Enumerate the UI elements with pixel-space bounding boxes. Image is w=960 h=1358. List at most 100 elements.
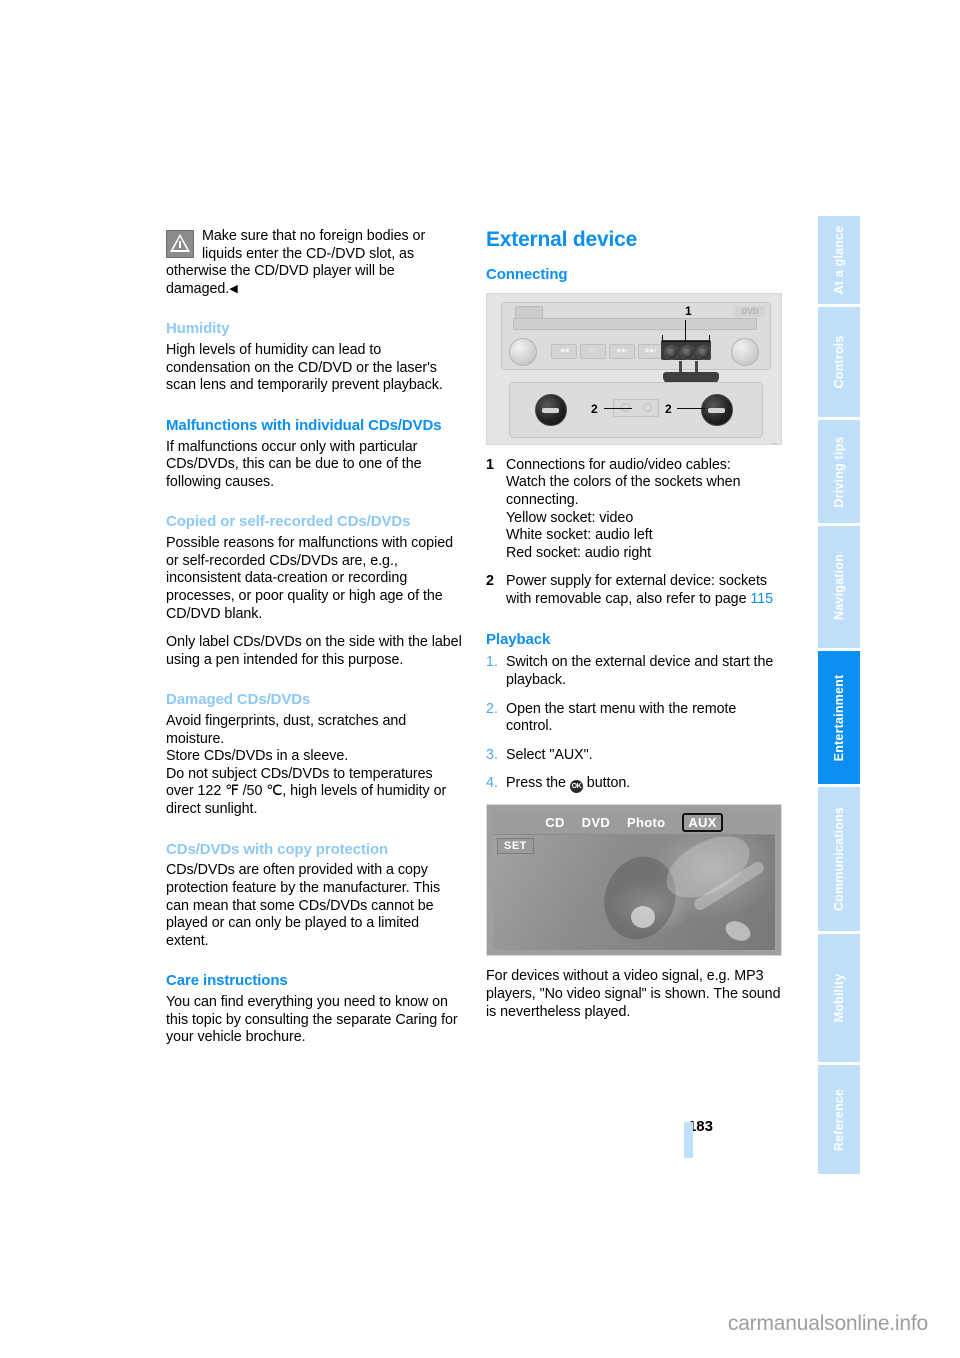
- list-item: 3. Select "AUX".: [486, 747, 782, 765]
- tab-label: Navigation: [832, 554, 846, 620]
- screen-area: CD DVD Photo AUX SET: [493, 810, 775, 951]
- sidebar-tab-entertainment[interactable]: Entertainment: [818, 651, 860, 784]
- list-item: 1 Connections for audio/video cables: Wa…: [486, 457, 782, 563]
- tab-label: Entertainment: [832, 674, 846, 761]
- aux-menu-screen-figure: CD DVD Photo AUX SET W4N4508wS: [486, 804, 782, 957]
- warning-end-mark: ◀: [229, 282, 238, 295]
- heading-damaged: Damaged CDs/DVDs: [166, 691, 311, 709]
- paragraph-malfunctions: If malfunctions occur only with particul…: [166, 438, 422, 490]
- step-text-after: button.: [582, 775, 631, 792]
- callout-leader-1c: [662, 334, 663, 342]
- forward-button-graphic: ▶▶: [609, 343, 635, 359]
- figure-watermark: W4N4508wS: [772, 442, 779, 444]
- sidebar-tab-navigation[interactable]: Navigation: [818, 526, 860, 648]
- tab-label: Mobility: [832, 973, 846, 1023]
- step-number: 2.: [486, 700, 498, 717]
- site-watermark: carmanualsonline.info: [727, 1312, 928, 1335]
- eject-button-graphic: [515, 305, 543, 319]
- step-text-before: Press the: [506, 775, 570, 792]
- heading-care-instructions: Care instructions: [166, 972, 288, 990]
- menu-bar: CD DVD Photo AUX: [493, 810, 775, 836]
- item-text: Connections for audio/video cables: Watc…: [506, 456, 741, 561]
- power-socket-right: [701, 393, 733, 426]
- heading-humidity: Humidity: [166, 320, 230, 338]
- volume-knob-left: [509, 337, 537, 366]
- warning-notice: Make sure that no foreign bodies or liqu…: [166, 228, 462, 298]
- sidebar-tab-reference[interactable]: Reference: [818, 1065, 860, 1174]
- cd-dvd-slot-graphic: [513, 317, 757, 330]
- menu-item-cd[interactable]: CD: [545, 815, 564, 830]
- av-jack-yellow: [664, 344, 679, 360]
- ok-button-icon: OK: [569, 780, 583, 794]
- manual-page: Make sure that no foreign bodies or liqu…: [0, 0, 960, 1358]
- tab-label: Driving tips: [832, 435, 846, 508]
- sidebar-tab-mobility[interactable]: Mobility: [818, 934, 860, 1062]
- transport-buttons: ◀◀ ▷ ▶▶ ▶▶|: [551, 343, 664, 359]
- heading-copied: Copied or self-recorded CDs/DVDs: [166, 513, 411, 531]
- rewind-button-graphic: ◀◀: [551, 343, 577, 359]
- step-text: Switch on the external device and start …: [506, 654, 774, 688]
- callout-number-2-right: 2: [665, 401, 672, 416]
- step-text: Press the OK button.: [506, 775, 782, 794]
- callout-number-1: 1: [685, 303, 692, 318]
- paragraph-copy-protection: CDs/DVDs are often provided with a copy …: [166, 862, 441, 949]
- paragraph-humidity: High levels of humidity can lead to cond…: [166, 342, 443, 394]
- dvd-logo: DVD: [735, 305, 765, 317]
- menu-item-dvd[interactable]: DVD: [582, 815, 610, 830]
- warning-triangle-icon: [166, 230, 194, 258]
- tab-label: Communications: [832, 806, 846, 912]
- page-number-bar: [684, 1122, 693, 1158]
- paragraph-copied-2: Only label CDs/DVDs on the side with the…: [166, 634, 462, 668]
- callout-number-2-left: 2: [591, 401, 598, 416]
- paragraph-care-instructions: You can find everything you need to know…: [166, 994, 458, 1046]
- playback-note: For devices without a video signal, e.g.…: [486, 968, 781, 1020]
- list-item: 2. Open the start menu with the remote c…: [486, 701, 782, 736]
- warning-text: Make sure that no foreign bodies or liqu…: [166, 228, 462, 298]
- background-photo: [493, 824, 775, 951]
- heading-playback: Playback: [486, 630, 551, 648]
- callout-leader-1b: [662, 340, 710, 342]
- av-jack-red: [696, 344, 711, 360]
- right-text-column: External device Connecting DVD ◀◀ ▷ ▶▶ ▶…: [486, 228, 782, 1032]
- list-item: 2 Power supply for external device: sock…: [486, 573, 782, 608]
- power-socket-left: [535, 393, 567, 426]
- menu-item-aux[interactable]: AUX: [682, 812, 723, 832]
- heading-malfunctions: Malfunctions with individual CDs/DVDs: [166, 416, 442, 434]
- item-text: Power supply for external device: socket…: [506, 573, 782, 608]
- playback-steps-list: 1. Switch on the external device and sta…: [486, 654, 782, 794]
- menu-item-photo[interactable]: Photo: [627, 815, 665, 830]
- console-connections-figure: DVD ◀◀ ▷ ▶▶ ▶▶| 1 2 2: [486, 292, 782, 445]
- item-number: 2: [486, 573, 494, 590]
- step-text: Select "AUX".: [506, 746, 593, 763]
- heading-copy-protection: CDs/DVDs with copy protection: [166, 840, 389, 858]
- sidebar-tab-driving-tips[interactable]: Driving tips: [818, 420, 860, 523]
- page-title: External device: [486, 228, 638, 251]
- sidebar-tab-at-a-glance[interactable]: At a glance: [818, 216, 860, 304]
- tab-label: At a glance: [832, 225, 846, 295]
- step-number: 3.: [486, 746, 498, 763]
- item-body: Power supply for external device: socket…: [506, 573, 767, 607]
- heading-connecting: Connecting: [486, 266, 568, 284]
- left-text-column: Make sure that no foreign bodies or liqu…: [166, 228, 462, 1058]
- page-reference-link[interactable]: 115: [750, 591, 773, 607]
- paragraph-damaged: Avoid fingerprints, dust, scratches and …: [166, 713, 447, 818]
- item-number: 1: [486, 456, 494, 473]
- av-jack-white: [680, 344, 695, 360]
- list-item: 1. Switch on the external device and sta…: [486, 654, 782, 689]
- play-button-graphic: ▷: [580, 343, 606, 359]
- list-item: 4. Press the OK button.: [486, 775, 782, 794]
- warning-body: Make sure that no foreign bodies or liqu…: [166, 228, 426, 297]
- figure-watermark: W4N4508wS: [772, 953, 779, 955]
- tab-label: Reference: [832, 1088, 846, 1151]
- paragraph-copied-1: Possible reasons for malfunctions with c…: [166, 535, 454, 622]
- volume-knob-right: [731, 337, 759, 366]
- connection-callout-list: 1 Connections for audio/video cables: Wa…: [486, 457, 782, 609]
- sidebar-tab-controls[interactable]: Controls: [818, 307, 860, 417]
- step-text: Open the start menu with the remote cont…: [506, 700, 737, 735]
- sidebar-tab-communications[interactable]: Communications: [818, 787, 860, 931]
- callout-leader-2b: [677, 407, 705, 409]
- callout-leader-2a: [604, 407, 632, 409]
- tab-label: Controls: [832, 335, 846, 389]
- set-button[interactable]: SET: [497, 838, 534, 855]
- step-number: 4.: [486, 775, 498, 792]
